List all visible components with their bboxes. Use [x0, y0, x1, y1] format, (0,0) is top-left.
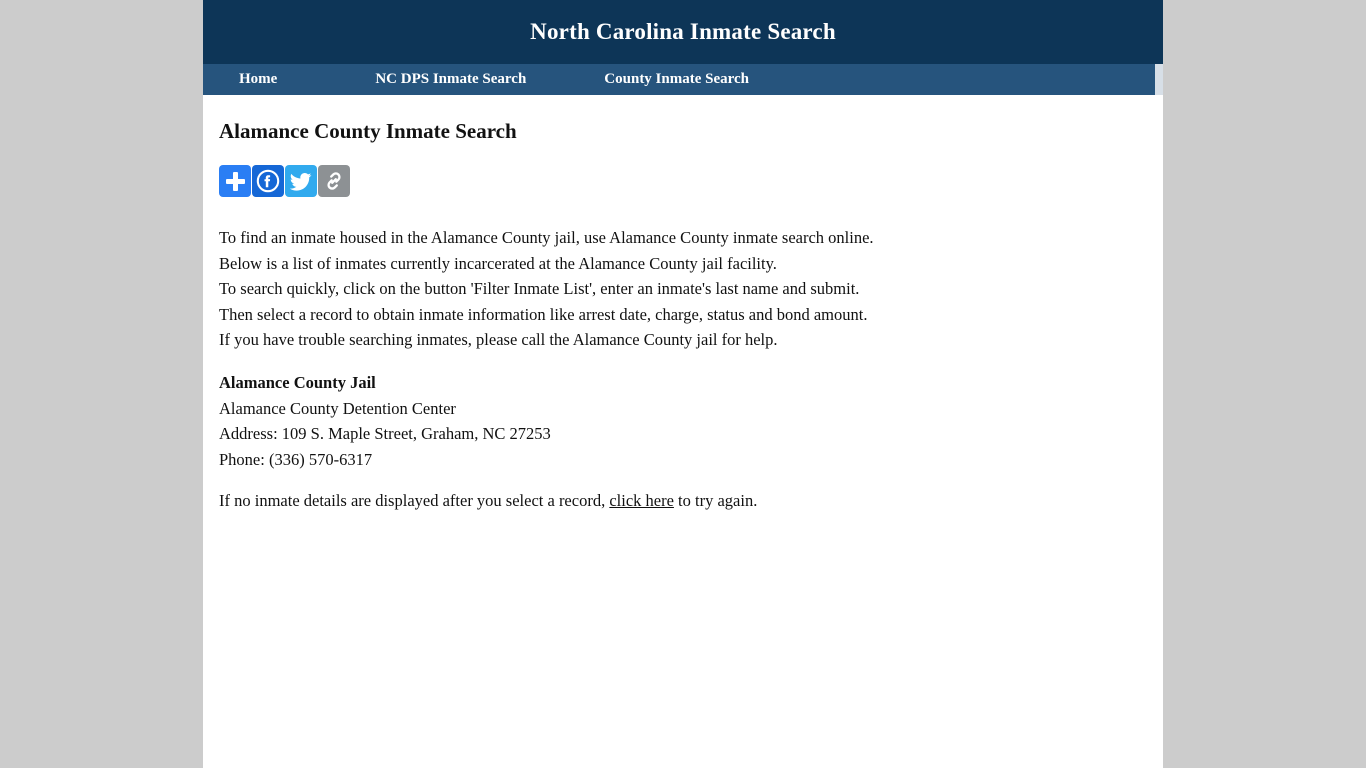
facebook-share-button[interactable]: [252, 165, 284, 197]
intro-paragraph: To find an inmate housed in the Alamance…: [219, 197, 1147, 353]
facebook-icon: [256, 169, 280, 193]
site-header: North Carolina Inmate Search: [203, 0, 1163, 64]
nav-item-nc-dps-inmate-search[interactable]: NC DPS Inmate Search: [375, 64, 526, 95]
intro-line: To find an inmate housed in the Alamance…: [219, 228, 874, 247]
nav-item-county-inmate-search[interactable]: County Inmate Search: [604, 64, 749, 95]
intro-line: To search quickly, click on the button '…: [219, 279, 860, 299]
addthis-plus-icon: [225, 171, 245, 191]
retry-note-before: If no inmate details are displayed after…: [219, 491, 610, 511]
nav-item-home[interactable]: Home: [239, 64, 277, 95]
share-buttons-bar: [219, 165, 1147, 197]
click-here-link[interactable]: click here: [609, 491, 674, 510]
addthis-share-button[interactable]: [219, 165, 251, 197]
retry-note-after: to try again.: [673, 491, 758, 511]
intro-line: Below is a list of inmates currently inc…: [219, 253, 777, 273]
copy-link-share-button[interactable]: [318, 165, 350, 197]
twitter-share-button[interactable]: [285, 165, 317, 197]
page-title: Alamance County Inmate Search: [219, 119, 517, 143]
jail-info-block: Alamance County Jail Alamance County Det…: [219, 353, 1147, 472]
jail-facility: Alamance County Detention Center: [219, 398, 456, 418]
copy-link-icon: [327, 172, 341, 190]
intro-line: Then select a record to obtain inmate in…: [219, 304, 868, 324]
twitter-icon: [289, 173, 312, 191]
jail-address: Address: 109 S. Maple Street, Graham, NC…: [219, 424, 551, 444]
intro-line: If you have trouble searching inmates, p…: [219, 330, 778, 350]
retry-note: If no inmate details are displayed after…: [219, 472, 1147, 514]
main-content: Alamance County Inmate Search To find an…: [203, 95, 1163, 514]
jail-phone: Phone: (336) 570-6317: [219, 449, 373, 469]
page-container: North Carolina Inmate Search Home NC DPS…: [203, 0, 1163, 768]
site-title: North Carolina Inmate Search: [530, 19, 836, 44]
main-navigation: Home NC DPS Inmate Search County Inmate …: [203, 64, 1163, 95]
jail-name: Alamance County Jail: [219, 372, 376, 392]
